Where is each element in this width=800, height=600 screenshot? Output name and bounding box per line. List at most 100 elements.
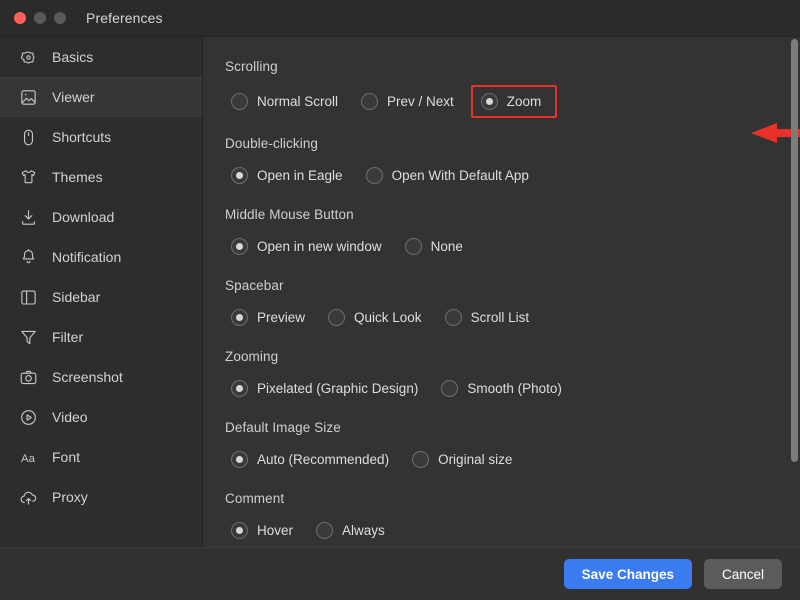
- radio-group: Normal Scroll Prev / Next Zoom: [225, 85, 800, 118]
- radio-unselected-icon[interactable]: [316, 522, 334, 539]
- group-title: Double-clicking: [225, 136, 319, 151]
- bell-icon: [18, 247, 38, 267]
- maximize-button[interactable]: [54, 12, 66, 24]
- sidebar-item-label: Themes: [52, 169, 103, 185]
- sidebar-item-viewer[interactable]: Viewer: [0, 77, 202, 117]
- radio-unselected-icon[interactable]: [444, 309, 462, 326]
- radio-group: Auto (Recommended) Original size: [225, 446, 800, 473]
- radio-selected-icon[interactable]: [231, 238, 248, 255]
- radio-selected-icon[interactable]: [231, 309, 248, 326]
- radio-unselected-icon[interactable]: [231, 93, 248, 110]
- sidebar-item-sidebar[interactable]: Sidebar: [0, 277, 202, 317]
- minimize-button[interactable]: [34, 12, 46, 24]
- radio-unselected-icon[interactable]: [412, 451, 430, 468]
- download-icon: [18, 207, 38, 227]
- radio-option-label: Hover: [257, 522, 294, 538]
- radio-option-label: Preview: [257, 309, 306, 325]
- mouse-icon: [18, 127, 38, 147]
- radio-option[interactable]: Prev / Next: [355, 88, 463, 115]
- radio-option-label: Pixelated (Graphic Design): [257, 380, 419, 396]
- radio-option-label: Smooth (Photo): [467, 380, 562, 396]
- settings-group: Double-clicking Open in Eagle Open With De…: [225, 136, 800, 189]
- radio-option-label: Open in Eagle: [257, 167, 343, 183]
- sidebar-item-label: Download: [52, 209, 115, 225]
- radio-selected-icon[interactable]: [231, 522, 248, 539]
- radio-option[interactable]: Open in Eagle: [225, 162, 352, 189]
- sidebar-item-font[interactable]: Aa Font: [0, 437, 202, 477]
- cloud-upload-icon: [18, 487, 38, 507]
- settings-group: Spacebar Preview Quick Look Scroll List: [225, 278, 800, 331]
- radio-option[interactable]: Normal Scroll: [225, 88, 347, 115]
- settings-group: Comment Hover Always: [225, 491, 800, 544]
- radio-option[interactable]: Scroll List: [439, 304, 539, 331]
- radio-option[interactable]: Open in new window: [225, 233, 391, 260]
- settings-panel: Scrolling Normal Scroll Prev / Next Zoom Dou…: [203, 37, 800, 547]
- settings-scrollbar[interactable]: [791, 37, 800, 547]
- sidebar-item-screenshot[interactable]: Screenshot: [0, 357, 202, 397]
- radio-group: Pixelated (Graphic Design) Smooth (Photo): [225, 375, 800, 402]
- radio-option-label: None: [430, 238, 463, 254]
- radio-option-label: Open in new window: [257, 238, 382, 254]
- radio-option-label: Scroll List: [470, 309, 530, 325]
- play-circle-icon: [18, 407, 38, 427]
- settings-group: Middle Mouse Button Open in new window Non…: [225, 207, 800, 260]
- radio-selected-icon[interactable]: [480, 93, 498, 110]
- scrollbar-thumb[interactable]: [791, 39, 798, 462]
- sidebar-panel-icon: [18, 287, 38, 307]
- radio-option[interactable]: None: [399, 233, 472, 260]
- radio-unselected-icon[interactable]: [404, 238, 422, 255]
- radio-unselected-icon[interactable]: [441, 380, 459, 397]
- radio-option[interactable]: Hover: [225, 517, 302, 544]
- radio-option-label: Original size: [438, 451, 513, 467]
- settings-scroll-area: Scrolling Normal Scroll Prev / Next Zoom Dou…: [203, 37, 800, 547]
- radio-unselected-icon[interactable]: [361, 93, 379, 110]
- radio-group: Open in new window None: [225, 233, 800, 260]
- sidebar-item-notification[interactable]: Notification: [0, 237, 202, 277]
- radio-option[interactable]: Open With Default App: [360, 162, 538, 189]
- radio-unselected-icon[interactable]: [365, 167, 383, 184]
- radio-option[interactable]: Quick Look: [322, 304, 431, 331]
- sidebar-item-proxy[interactable]: Proxy: [0, 477, 202, 517]
- sidebar-item-download[interactable]: Download: [0, 197, 202, 237]
- radio-selected-icon[interactable]: [231, 380, 248, 397]
- radio-option[interactable]: Original size: [406, 446, 521, 473]
- window-title: Preferences: [86, 10, 163, 26]
- tshirt-icon: [18, 167, 38, 187]
- image-icon: [18, 87, 38, 107]
- sidebar-item-label: Screenshot: [52, 369, 123, 385]
- group-title: Middle Mouse Button: [225, 207, 354, 222]
- preferences-window: Preferences Basics Viewer Shortcuts Themes D…: [0, 0, 800, 600]
- radio-group: Preview Quick Look Scroll List: [225, 304, 800, 331]
- radio-option[interactable]: Smooth (Photo): [435, 375, 571, 402]
- sidebar-item-label: Sidebar: [52, 289, 101, 305]
- sidebar-item-shortcuts[interactable]: Shortcuts: [0, 117, 202, 157]
- svg-text:Aa: Aa: [21, 452, 36, 464]
- sidebar-item-themes[interactable]: Themes: [0, 157, 202, 197]
- radio-option[interactable]: Preview: [225, 304, 314, 331]
- radio-option-label: Open With Default App: [391, 167, 529, 183]
- sidebar-item-label: Basics: [52, 49, 94, 65]
- sidebar-item-filter[interactable]: Filter: [0, 317, 202, 357]
- settings-group: Default Image Size Auto (Recommended) Orig…: [225, 420, 800, 473]
- close-button[interactable]: [14, 12, 26, 24]
- radio-option[interactable]: Zoom: [470, 85, 558, 118]
- radio-selected-icon[interactable]: [231, 167, 248, 184]
- radio-unselected-icon[interactable]: [328, 309, 346, 326]
- sidebar-item-label: Proxy: [52, 489, 88, 505]
- cancel-button[interactable]: Cancel: [703, 559, 782, 589]
- camera-icon: [18, 367, 38, 387]
- window-controls: [0, 12, 66, 24]
- radio-option[interactable]: Auto (Recommended): [225, 446, 398, 473]
- radio-selected-icon[interactable]: [231, 451, 248, 468]
- radio-option-label: Quick Look: [354, 309, 422, 325]
- radio-group: Open in Eagle Open With Default App: [225, 162, 800, 189]
- save-changes-button[interactable]: Save Changes: [563, 559, 692, 589]
- settings-group: Zooming Pixelated (Graphic Design) Smooth …: [225, 349, 800, 402]
- font-aa-icon: Aa: [18, 447, 38, 467]
- radio-option[interactable]: Pixelated (Graphic Design): [225, 375, 427, 402]
- radio-option[interactable]: Always: [310, 517, 394, 544]
- sidebar-item-video[interactable]: Video: [0, 397, 202, 437]
- group-title: Zooming: [225, 349, 279, 364]
- sidebar-item-basics[interactable]: Basics: [0, 37, 202, 77]
- radio-option-label: Prev / Next: [387, 93, 454, 109]
